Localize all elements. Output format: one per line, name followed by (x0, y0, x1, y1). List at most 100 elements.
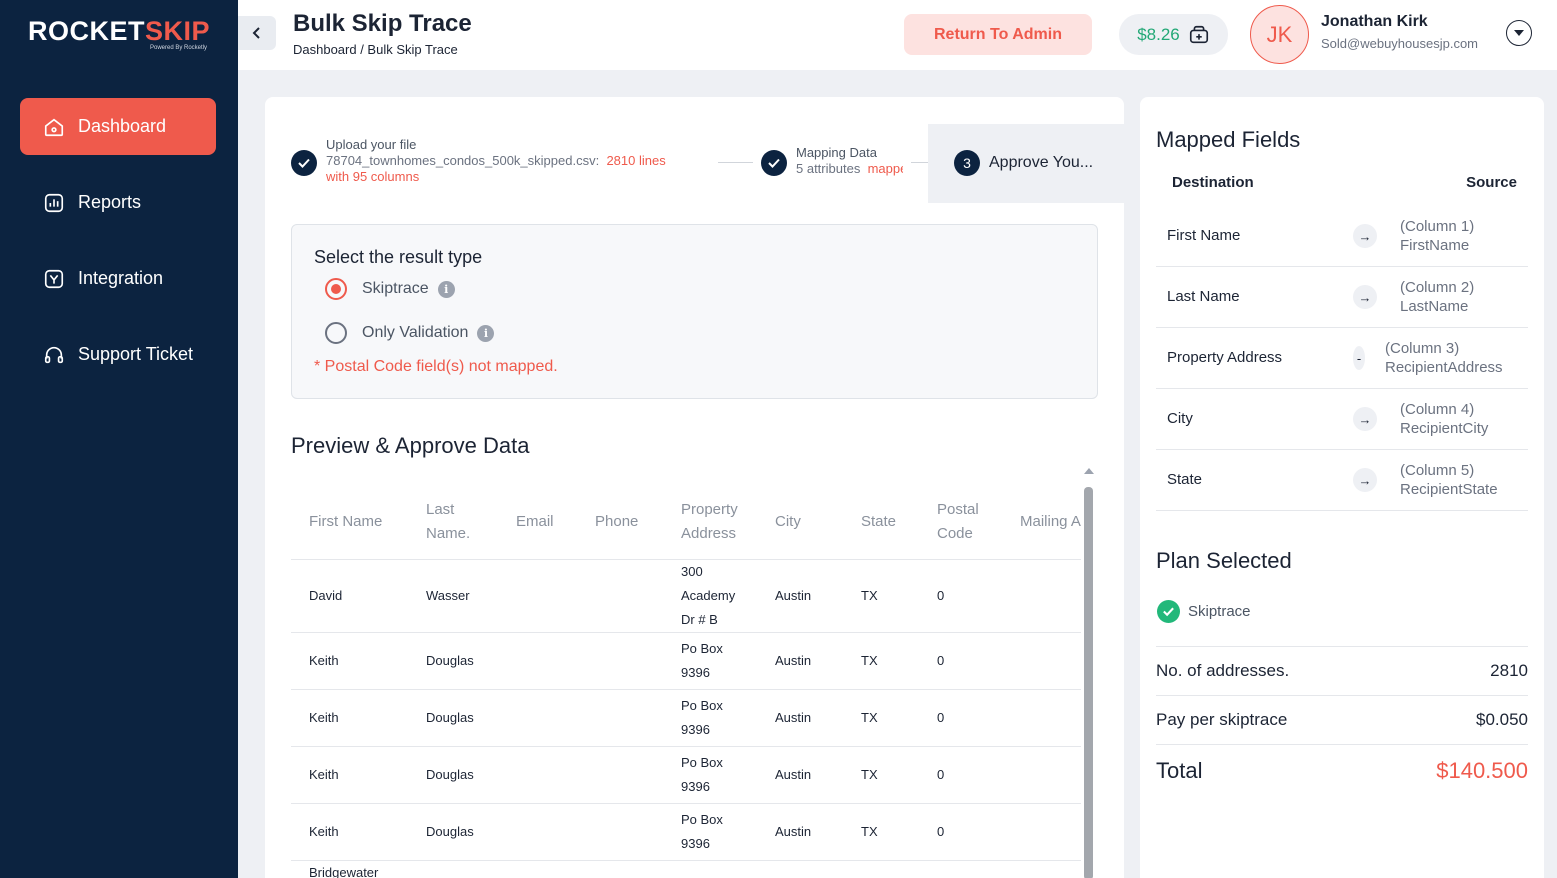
scroll-thumb[interactable] (1084, 487, 1093, 878)
bulk-trace-card: Upload your file 78704_townhomes_condos_… (265, 97, 1124, 878)
table-cell: Keith (291, 632, 408, 690)
table-cell: 300 Academy Dr # B (663, 559, 757, 633)
logo-subtitle: Powered By Rocketly (150, 45, 208, 51)
sidebar: ROCKETSKIP Powered By Rocketly Dashboard… (0, 0, 238, 878)
table-row[interactable]: Keith Douglas Po Box 9396 Austin TX 0 (291, 632, 1081, 690)
arrow-right-icon: → (1353, 224, 1377, 248)
table-row[interactable]: David Wasser 300 Academy Dr # B Austin T… (291, 559, 1081, 633)
plan-item-label: Skiptrace (1188, 603, 1251, 620)
preview-table-container[interactable]: First Name Last Name. Email Phone Proper… (291, 485, 1081, 878)
table-cell: Douglas (408, 632, 498, 690)
table-cell: Keith (291, 746, 408, 804)
table-row[interactable]: Keith Douglas Po Box 9396 Austin TX 0 (291, 689, 1081, 747)
step3-active[interactable]: 3 Approve You... (928, 124, 1124, 203)
breadcrumb[interactable]: Dashboard / Bulk Skip Trace (293, 42, 458, 57)
table-cell (577, 746, 663, 804)
source-header: Source (1466, 174, 1517, 191)
radio-skiptrace[interactable]: Skiptrace i (325, 278, 455, 300)
table-cell: 0 (919, 689, 1002, 747)
mapped-field-row: City → (Column 4) RecipientCity (1156, 389, 1528, 450)
sidebar-item-integration[interactable]: Integration (20, 250, 216, 307)
back-button[interactable] (238, 16, 276, 50)
mapped-source: (Column 3) RecipientAddress (1385, 340, 1503, 376)
mapped-source: (Column 2) LastName (1400, 279, 1475, 315)
chevron-down-icon (1514, 29, 1524, 36)
mapped-destination: State (1167, 471, 1203, 488)
table-cell (663, 860, 757, 878)
radio-button[interactable] (325, 278, 347, 300)
table-cell (1002, 632, 1081, 690)
arrow-right-icon: → (1353, 468, 1377, 492)
table-cell: Wasser (408, 559, 498, 633)
column-header[interactable]: Property Address (663, 485, 757, 560)
sidebar-item-label: Integration (78, 268, 164, 288)
table-cell: Austin (757, 746, 843, 804)
sidebar-item-support-ticket[interactable]: Support Ticket (20, 326, 216, 383)
table-cell (498, 746, 577, 804)
table-cell (577, 632, 663, 690)
radio-button[interactable] (325, 322, 347, 344)
table-row[interactable]: Keith Douglas Po Box 9396 Austin TX 0 (291, 746, 1081, 804)
table-cell (498, 803, 577, 861)
step2-title: Mapping Data (796, 145, 877, 160)
column-header[interactable]: First Name (291, 485, 408, 560)
column-header[interactable]: City (757, 485, 843, 560)
user-email: Sold@webuyhousesjp.com (1321, 36, 1479, 51)
table-scrollbar[interactable] (1084, 468, 1094, 878)
sidebar-item-label: Reports (78, 192, 142, 212)
info-icon[interactable]: i (477, 324, 495, 342)
table-cell: Austin (757, 803, 843, 861)
total-label: Total (1156, 757, 1203, 783)
table-cell: Keith (291, 803, 408, 861)
step2-subtitle: 5 attributes mapped (796, 161, 903, 176)
user-menu-toggle[interactable] (1506, 20, 1532, 46)
balance-badge[interactable]: $8.26 (1119, 14, 1228, 55)
step3-number: 3 (954, 150, 980, 176)
return-to-admin-button[interactable]: Return To Admin (904, 14, 1092, 55)
table-cell (1002, 803, 1081, 861)
scroll-up-arrow-icon[interactable] (1084, 468, 1094, 474)
sidebar-item-dashboard[interactable]: Dashboard (20, 98, 216, 155)
radio-only-validation[interactable]: Only Validation i (325, 322, 495, 344)
pay-per-row: Pay per skiptrace $0.050 (1156, 695, 1528, 744)
home-icon (42, 115, 66, 139)
mapped-field-row: State → (Column 5) RecipientState (1156, 450, 1528, 511)
column-header[interactable]: State (843, 485, 919, 560)
file-columns: with 95 columns (326, 169, 420, 184)
table-cell (757, 860, 843, 878)
pay-per-value: $0.050 (1476, 710, 1528, 729)
table-cell (577, 803, 663, 861)
addresses-label: No. of addresses. (1156, 661, 1290, 680)
column-header[interactable]: Phone (577, 485, 663, 560)
column-header[interactable]: Email (498, 485, 577, 560)
total-row: Total $140.500 (1156, 744, 1528, 796)
reports-icon (42, 191, 66, 215)
mapped-destination: Last Name (1167, 288, 1240, 305)
table-row[interactable]: Bridgewater (291, 860, 1081, 878)
check-circle-icon (1157, 600, 1180, 623)
table-cell (1002, 860, 1081, 878)
table-cell: TX (843, 689, 919, 747)
sidebar-item-reports[interactable]: Reports (20, 174, 216, 231)
table-cell (498, 632, 577, 690)
step-connector (718, 162, 753, 163)
column-header[interactable]: Last Name. (408, 485, 498, 560)
sidebar-item-label: Support Ticket (78, 344, 194, 364)
table-cell: Po Box 9396 (663, 689, 757, 747)
rocketskip-logo[interactable]: ROCKETSKIP Powered By Rocketly (28, 16, 211, 56)
table-cell (577, 860, 663, 878)
table-cell: 0 (919, 632, 1002, 690)
file-name: 78704_townhomes_condos_500k_skipped.csv: (326, 153, 600, 168)
preview-title: Preview & Approve Data (291, 433, 530, 458)
logo-accent: SKIP (145, 16, 211, 46)
info-icon[interactable]: i (437, 280, 455, 298)
table-cell (498, 559, 577, 633)
table-row[interactable]: Keith Douglas Po Box 9396 Austin TX 0 (291, 803, 1081, 861)
file-lines: 2810 lines (606, 153, 666, 168)
pay-per-label: Pay per skiptrace (1156, 710, 1288, 729)
postal-code-warning: * Postal Code field(s) not mapped. (314, 358, 558, 375)
column-header[interactable]: Postal Code (919, 485, 1002, 560)
table-cell: Po Box 9396 (663, 803, 757, 861)
column-header[interactable]: Mailing Address (1002, 485, 1081, 560)
avatar[interactable]: JK (1250, 5, 1309, 64)
